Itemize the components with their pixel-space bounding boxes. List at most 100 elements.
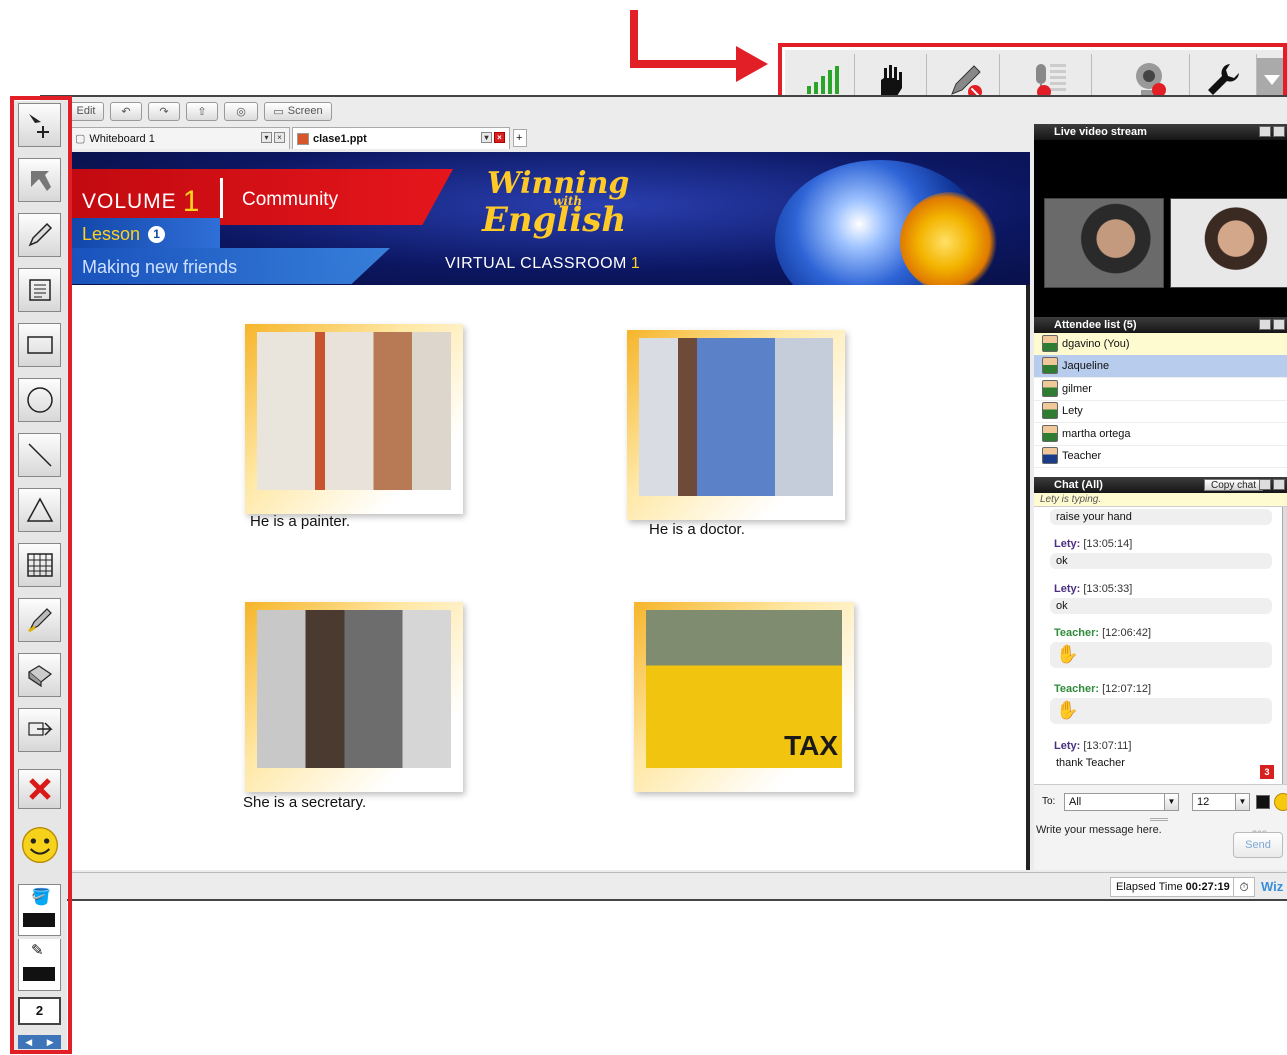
video-tile-student bbox=[1044, 198, 1164, 288]
annotation-arrow-head bbox=[736, 46, 768, 82]
tab-menu-button[interactable]: ▾ bbox=[481, 132, 492, 143]
elapsed-value: 00:27:19 bbox=[1185, 881, 1230, 893]
chat-message-emoticon: ✋ bbox=[1050, 698, 1272, 724]
lesson-subtitle: Making new friends bbox=[82, 257, 238, 277]
status-bar: Elapsed Time 00:27:19 ⏱ Wiz bbox=[70, 872, 1287, 899]
recipient-select[interactable]: All ▼ bbox=[1064, 793, 1179, 811]
taxi-photo-card: TAX bbox=[634, 602, 854, 792]
chat-sender: Lety: bbox=[1054, 583, 1081, 595]
camera-icon: ◎ bbox=[236, 105, 246, 118]
attendee-row[interactable]: martha ortega bbox=[1034, 423, 1287, 446]
chat-message-text: ok bbox=[1050, 598, 1272, 614]
secretary-photo-card bbox=[245, 602, 463, 792]
compose-resize-handle[interactable] bbox=[1150, 818, 1168, 821]
maximize-button[interactable] bbox=[1273, 319, 1285, 330]
video-panel-header: Live video stream bbox=[1034, 124, 1287, 140]
undo-icon: ↶ bbox=[121, 105, 131, 118]
to-label: To: bbox=[1042, 796, 1056, 807]
maximize-button[interactable] bbox=[1273, 126, 1285, 137]
elapsed-label: Elapsed Time bbox=[1116, 881, 1183, 893]
upload-icon: ⇧ bbox=[197, 105, 207, 118]
edit-button[interactable]: Edit bbox=[68, 101, 104, 121]
unread-count-badge[interactable]: 3 bbox=[1260, 765, 1274, 779]
attendee-name: Teacher bbox=[1062, 449, 1102, 462]
user-avatar-icon bbox=[1042, 425, 1058, 443]
chat-message-header: Teacher: [12:07:12] bbox=[1054, 683, 1151, 695]
minimize-button[interactable] bbox=[1259, 126, 1271, 137]
user-avatar-icon bbox=[1042, 380, 1058, 398]
volume-heading: VOLUME 1 bbox=[82, 182, 201, 218]
ppt-icon bbox=[297, 132, 309, 145]
copy-chat-button[interactable]: Copy chat bbox=[1203, 479, 1263, 491]
timer-icon[interactable]: ⏱ bbox=[1233, 877, 1255, 897]
tab-close-button[interactable]: × bbox=[274, 132, 285, 143]
slide-banner: VOLUME 1 Community Lesson 1 Making new fr… bbox=[70, 152, 1030, 285]
attendee-name: Lety bbox=[1062, 404, 1083, 417]
attendee-name: dgavino (You) bbox=[1062, 337, 1130, 350]
chat-message-emoticon: ✋ bbox=[1050, 642, 1272, 668]
screen-share-button[interactable]: ▭ Screen bbox=[264, 101, 332, 121]
redo-icon: ↷ bbox=[159, 105, 169, 118]
chat-message-header: Lety: [13:05:33] bbox=[1054, 583, 1132, 595]
chat-scrollbar[interactable] bbox=[1282, 507, 1287, 784]
attendee-row[interactable]: dgavino (You) bbox=[1034, 333, 1287, 356]
chat-message-header: Teacher: [12:06:42] bbox=[1054, 627, 1151, 639]
caption-painter: He is a painter. bbox=[250, 513, 351, 530]
upload-button[interactable]: ⇧ bbox=[186, 101, 218, 121]
minimize-button[interactable] bbox=[1259, 479, 1271, 490]
chat-sender: Lety: bbox=[1054, 740, 1081, 752]
tab-menu-button[interactable]: ▾ bbox=[261, 132, 272, 143]
virtual-classroom-number: 1 bbox=[630, 255, 641, 272]
attendee-row[interactable]: Teacher bbox=[1034, 445, 1287, 468]
attendee-panel-title: Attendee list (5) bbox=[1054, 319, 1137, 331]
community-label: Community bbox=[242, 189, 339, 210]
whiteboard-canvas[interactable]: VOLUME 1 Community Lesson 1 Making new fr… bbox=[70, 152, 1030, 870]
attendee-row[interactable]: Jaqueline bbox=[1034, 355, 1287, 378]
redo-button[interactable]: ↷ bbox=[148, 101, 180, 121]
tab-label: clase1.ppt bbox=[313, 132, 367, 145]
volume-label: VOLUME bbox=[82, 190, 177, 213]
right-panel: Live video stream Attendee list (5) dgav… bbox=[1034, 124, 1287, 870]
painter-photo bbox=[257, 332, 451, 490]
send-button[interactable]: Send bbox=[1233, 832, 1283, 858]
chevron-down-icon: ▼ bbox=[1235, 794, 1249, 810]
maximize-button[interactable] bbox=[1273, 479, 1285, 490]
emoticon-picker-icon[interactable] bbox=[1274, 793, 1287, 811]
lesson-number: 1 bbox=[148, 226, 166, 243]
attendee-name: martha ortega bbox=[1062, 427, 1131, 440]
video-tile-teacher bbox=[1170, 198, 1287, 288]
chat-panel-header: Chat (All) Copy chat bbox=[1034, 477, 1287, 493]
screen-label: Screen bbox=[287, 105, 323, 117]
snapshot-button[interactable]: ◎ bbox=[224, 101, 258, 121]
chat-sender: Teacher: bbox=[1054, 683, 1100, 695]
attendee-row[interactable]: Lety bbox=[1034, 400, 1287, 423]
recipient-value: All bbox=[1069, 796, 1082, 808]
attendee-row[interactable]: gilmer bbox=[1034, 378, 1287, 401]
brand-logo: Wiz bbox=[1261, 879, 1284, 894]
chat-time: [12:06:42] bbox=[1102, 627, 1152, 639]
user-avatar-icon bbox=[1042, 335, 1058, 353]
undo-button[interactable]: ↶ bbox=[110, 101, 142, 121]
tab-whiteboard[interactable]: ▢ Whiteboard 1 ▾ × bbox=[70, 127, 290, 149]
swirl-graphic bbox=[900, 192, 1000, 285]
tab-close-button[interactable]: × bbox=[494, 132, 505, 143]
minimize-button[interactable] bbox=[1259, 319, 1271, 330]
raise-hand-emoticon-icon: ✋ bbox=[1056, 644, 1079, 664]
banner-separator bbox=[220, 178, 223, 218]
elapsed-time: Elapsed Time 00:27:19 bbox=[1110, 877, 1236, 897]
chat-messages[interactable]: raise your hand Lety: [13:05:14] ok Lety… bbox=[1034, 507, 1282, 784]
screen-icon: ▭ bbox=[273, 105, 284, 118]
live-video-area bbox=[1034, 140, 1287, 317]
lesson-label: Lesson bbox=[82, 224, 141, 244]
tab-clase1[interactable]: clase1.ppt ▾ × bbox=[292, 127, 510, 149]
add-tab-button[interactable]: + bbox=[513, 129, 527, 147]
text-color-swatch[interactable] bbox=[1256, 795, 1270, 809]
chat-sender: Teacher: bbox=[1054, 627, 1100, 639]
volume-number: 1 bbox=[182, 185, 201, 218]
attendee-name: gilmer bbox=[1062, 382, 1092, 395]
user-avatar-icon bbox=[1042, 402, 1058, 420]
menubar: Edit ↶ ↷ ⇧ ◎ ▭ Screen bbox=[40, 99, 800, 123]
message-input[interactable]: Write your message here. bbox=[1036, 824, 1162, 836]
lesson-heading: Lesson 1 bbox=[82, 224, 166, 245]
font-size-select[interactable]: 12 ▼ bbox=[1192, 793, 1250, 811]
